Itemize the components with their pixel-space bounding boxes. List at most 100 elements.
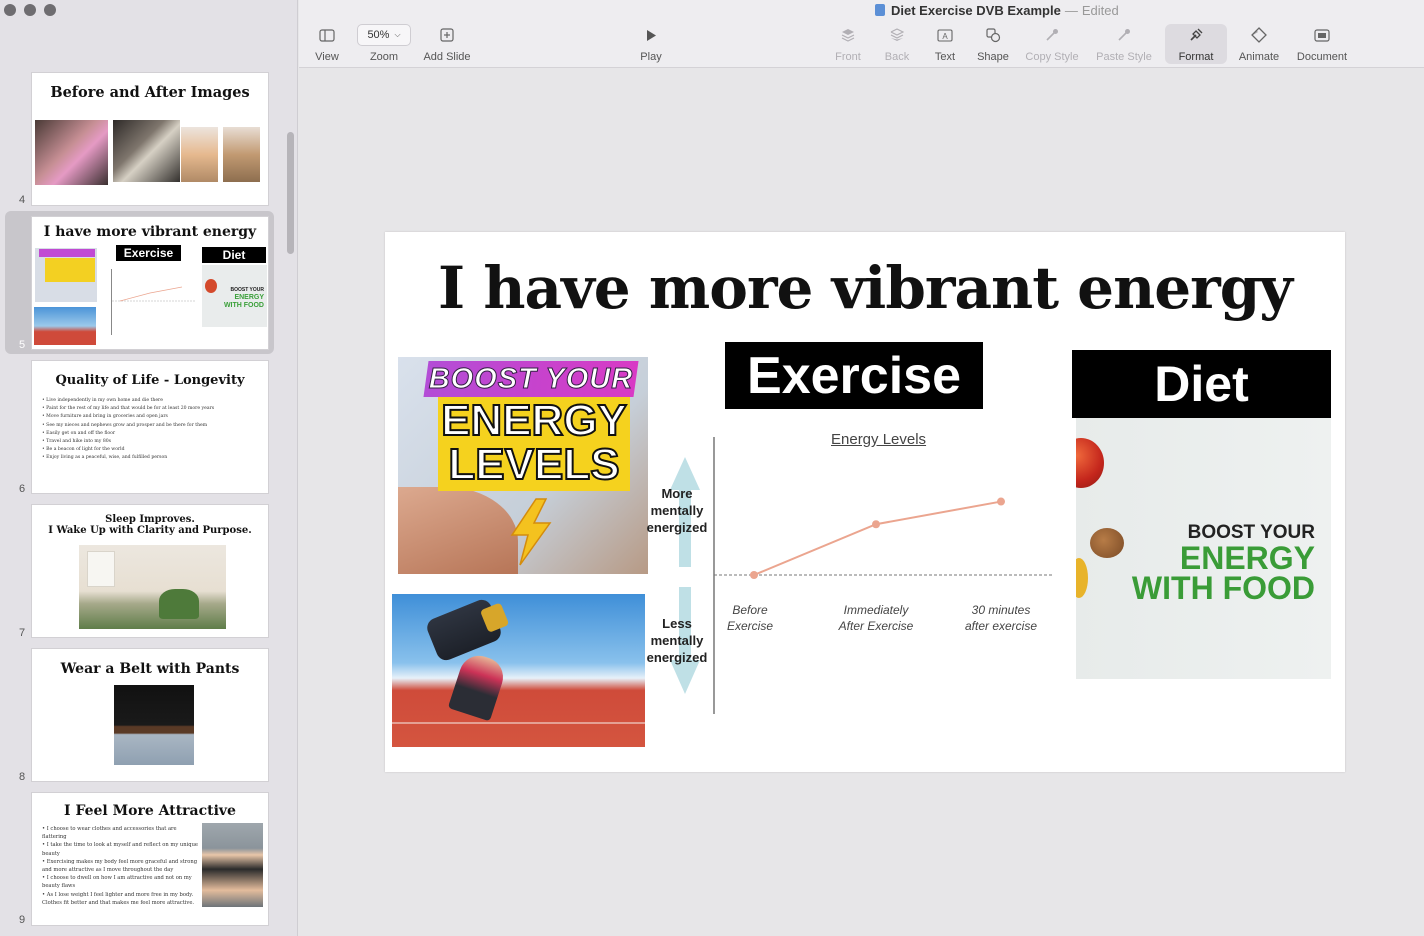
x-tick-label-1: Immediately After Exercise (826, 602, 926, 634)
send-to-back-icon (890, 28, 904, 41)
bullet: I take the time to look at myself and re… (42, 841, 202, 857)
boost-energy-image[interactable]: BOOST YOUR ENERGY LEVELS (398, 357, 648, 574)
bullet: As I lose weight I feel lighter and more… (42, 891, 202, 907)
data-point-1 (872, 520, 880, 529)
format-paintbrush-icon (1190, 28, 1203, 41)
bullet: Travel and hike into my 80s (42, 438, 214, 446)
front-button[interactable]: Front (832, 24, 864, 64)
paste-style-button[interactable]: Paste Style (1093, 24, 1155, 64)
copy-style-dropper-icon (1046, 29, 1058, 41)
slide-thumbnail-7[interactable]: Sleep Improves. I Wake Up with Clarity a… (31, 504, 269, 638)
slide-canvas[interactable]: I have more vibrant energy BOOST YOUR EN… (385, 232, 1345, 772)
x-tick-line: Immediately (843, 603, 909, 617)
chart-title: Energy Levels (831, 431, 927, 448)
animate-button[interactable]: Animate (1235, 24, 1283, 64)
title-separator: — (1064, 3, 1078, 18)
slide-navigator: 4 Before and After Images 5 I have more … (0, 0, 298, 936)
slide-thumbnail-4[interactable]: Before and After Images (31, 72, 269, 206)
data-point-2 (997, 497, 1005, 506)
minimize-window-button[interactable] (24, 4, 36, 16)
hand-graphic (398, 487, 518, 574)
exercise-heading[interactable]: Exercise (725, 342, 983, 409)
runner-battery-image[interactable] (392, 594, 645, 747)
slide-thumbnail-9[interactable]: I Feel More Attractive I choose to wear … (31, 792, 269, 926)
navigator-scrollbar[interactable] (287, 132, 294, 254)
slide-thumbnail-8[interactable]: Wear a Belt with Pants (31, 648, 269, 782)
boost-energy-food-image[interactable]: BOOST YOUR ENERGY WITH FOOD (1076, 418, 1331, 679)
belt-image (114, 685, 194, 765)
format-button[interactable]: Format (1165, 24, 1227, 64)
add-slide-label: Add Slide (423, 51, 471, 63)
bullet: Move furniture and bring in groceries an… (42, 413, 214, 421)
document-button[interactable]: Document (1293, 24, 1351, 64)
document-title-bar: Diet Exercise DVB Example — Edited (875, 3, 1119, 18)
document-label: Document (1296, 51, 1348, 63)
thumb-food-image: BOOST YOUR ENERGY WITH FOOD (202, 265, 267, 327)
shape-label: Shape (977, 51, 1009, 63)
energy-text: ENERGY (440, 396, 628, 445)
slide-number: 8 (19, 771, 26, 783)
text-box-icon: A (937, 28, 953, 42)
y-label-top-line: mentally (650, 503, 704, 518)
thumb-exercise-label: Exercise (116, 245, 181, 261)
bullet: Paint for the rest of my life and that w… (42, 405, 214, 413)
before-image-1 (35, 120, 108, 185)
bullet: Live independently in my own home and di… (42, 397, 214, 405)
play-button[interactable]: Play (636, 24, 666, 64)
bullet: See my nieces and nephews grow and prosp… (42, 422, 214, 430)
x-tick-label-0: Before Exercise (710, 602, 790, 634)
diet-heading[interactable]: Diet (1072, 350, 1331, 418)
copy-style-label: Copy Style (1025, 51, 1079, 63)
thumb-boost-image (35, 248, 97, 302)
data-point-0 (750, 571, 758, 579)
format-label: Format (1178, 51, 1214, 63)
slide-thumbnail-5[interactable]: I have more vibrant energy Exercise Diet… (31, 216, 269, 350)
back-label: Back (884, 51, 910, 63)
sidebar-view-icon (319, 28, 335, 42)
svg-text:A: A (942, 32, 948, 41)
front-label: Front (835, 51, 861, 63)
add-slide-button[interactable]: Add Slide (421, 24, 473, 64)
slide-thumb-title-line2: I Wake Up with Clarity and Purpose. (48, 525, 252, 536)
zoom-value: 50% (367, 29, 390, 41)
slide-title[interactable]: I have more vibrant energy (385, 254, 1345, 322)
y-label-top: More mentally energized (637, 485, 717, 536)
zoom-window-button[interactable] (44, 4, 56, 16)
bullet: I choose to dwell on how I am attractive… (42, 874, 202, 890)
zoom-label: Zoom (369, 51, 399, 63)
bullet: Exercising makes my body feel more grace… (42, 858, 202, 874)
slide-thumb-bullets: Live independently in my own home and di… (42, 397, 214, 463)
thumb-chart (111, 269, 196, 335)
food-text-line3: WITH FOOD (1131, 570, 1315, 606)
copy-style-button[interactable]: Copy Style (1023, 24, 1081, 64)
leaf-graphic (1076, 558, 1088, 598)
x-tick-line: After Exercise (838, 619, 914, 633)
text-button[interactable]: A Text (931, 24, 959, 64)
slide-number: 7 (19, 627, 26, 639)
zoom-select[interactable]: 50% ⌵ (357, 24, 411, 46)
lightning-bolt-icon (510, 498, 552, 566)
close-window-button[interactable] (4, 4, 16, 16)
runner-figure (447, 650, 509, 722)
shape-button[interactable]: Shape (975, 24, 1011, 64)
keynote-document-icon (875, 4, 885, 16)
y-label-bottom-line: energized (646, 650, 708, 665)
animate-label: Animate (1238, 51, 1280, 63)
slide-thumbnail-6[interactable]: Quality of Life - Longevity Live indepen… (31, 360, 269, 494)
chevron-down-icon: ⌵ (394, 30, 401, 39)
back-button[interactable]: Back (882, 24, 912, 64)
after-image-1 (113, 120, 180, 182)
energy-series-line (753, 500, 1002, 576)
thumb-runner-image (34, 307, 96, 345)
view-button[interactable]: View (311, 24, 343, 64)
bedroom-image (79, 545, 226, 629)
y-label-top-line: More (661, 486, 693, 501)
add-slide-icon (440, 28, 454, 42)
after-image-2 (223, 127, 260, 182)
attractive-woman-image (202, 823, 263, 907)
battery-graphic (424, 596, 510, 664)
zoom-control[interactable]: 50% ⌵ Zoom (357, 24, 411, 64)
slide-number: 9 (19, 914, 26, 926)
document-title: Diet Exercise DVB Example (891, 3, 1061, 18)
track-lanes (392, 722, 645, 724)
